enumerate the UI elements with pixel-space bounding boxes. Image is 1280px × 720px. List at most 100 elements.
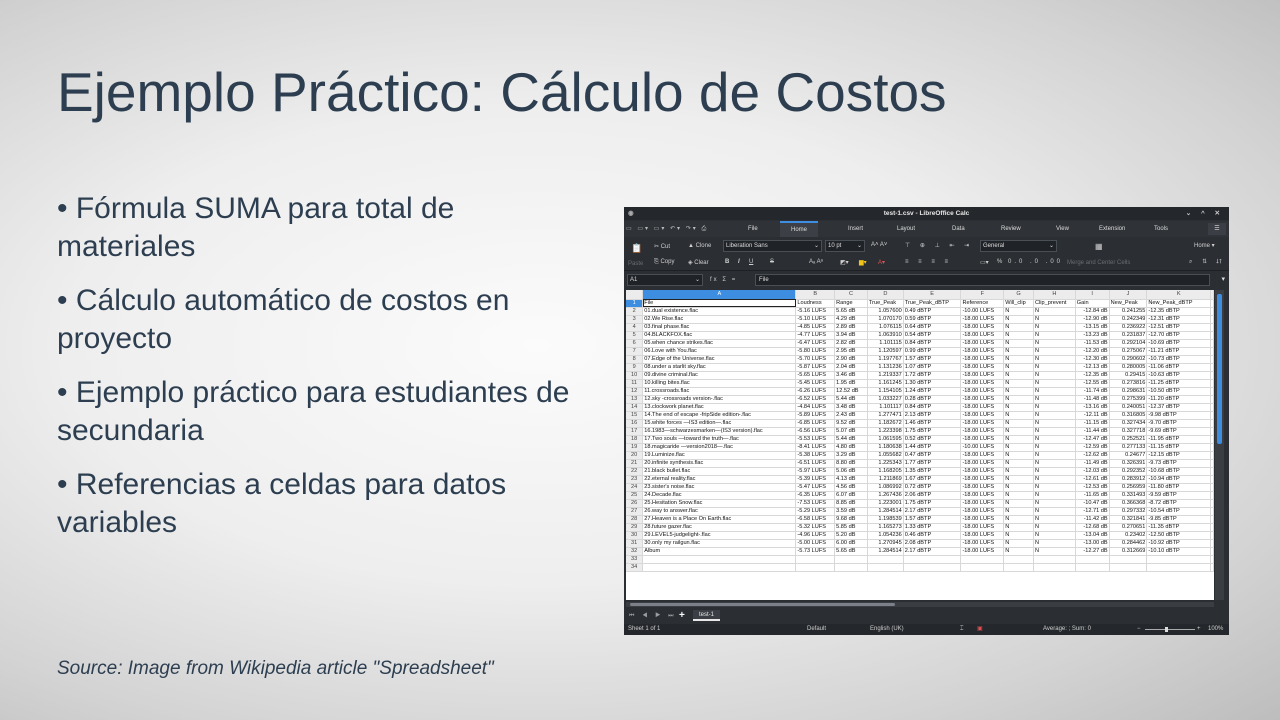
table-cell[interactable]: N (1003, 523, 1035, 532)
table-cell[interactable]: -11.15 dBTP (1146, 443, 1211, 452)
table-cell[interactable]: 18.magicaride —version2018—.flac (642, 443, 797, 452)
empty-cell[interactable] (1210, 411, 1214, 420)
font-size-combo[interactable]: 10 pt ⌄ (825, 240, 865, 252)
table-cell[interactable]: -12.31 dBTP (1146, 315, 1211, 324)
table-cell[interactable]: True_Peak_dBTP (903, 299, 962, 308)
table-cell[interactable]: -6.58 LUFS (795, 515, 836, 524)
table-cell[interactable]: 0.277133 (1109, 443, 1148, 452)
table-cell[interactable]: 07.Edge of the Universe.flac (642, 355, 797, 364)
table-cell[interactable]: -12.37 dBTP (1146, 403, 1211, 412)
table-cell[interactable]: -5.38 LUFS (795, 451, 836, 460)
table-cell[interactable]: -10.69 dBTP (1146, 339, 1211, 348)
table-cell[interactable]: -12.70 dBTP (1146, 331, 1211, 340)
table-cell[interactable] (795, 555, 836, 564)
table-cell[interactable]: -12.90 dB (1075, 315, 1110, 324)
row-header[interactable]: 32 (626, 547, 644, 556)
table-cell[interactable]: N (1033, 363, 1076, 372)
table-cell[interactable]: -18.00 LUFS (960, 371, 1005, 380)
table-cell[interactable]: 0.241255 (1109, 307, 1148, 316)
font-name-combo[interactable]: Liberation Sans ⌄ (723, 240, 822, 252)
table-cell[interactable]: -18.00 LUFS (960, 419, 1005, 428)
empty-cell[interactable] (1210, 363, 1214, 372)
table-cell[interactable]: 9.68 dB (834, 515, 868, 524)
table-cell[interactable]: -11.74 dB (1075, 387, 1110, 396)
table-cell[interactable]: 3.46 dB (834, 371, 868, 380)
table-cell[interactable]: 0.84 dBTP (903, 339, 962, 348)
table-cell[interactable]: -12.11 dB (1075, 411, 1110, 420)
horizontal-scroll-thumb[interactable] (630, 603, 895, 606)
menu-layout[interactable]: Layout (897, 221, 915, 237)
table-cell[interactable]: 1.198539 (867, 515, 904, 524)
table-cell[interactable] (1146, 563, 1211, 572)
cut-button[interactable]: ✂ Cut (654, 243, 670, 250)
table-cell[interactable]: N (1003, 467, 1035, 476)
table-cell[interactable]: -9.70 dBTP (1146, 419, 1211, 428)
table-cell[interactable]: 10.killing bites.flac (642, 379, 797, 388)
merge-icon[interactable]: ▦ (1095, 242, 1103, 251)
table-cell[interactable]: 1.101115 (867, 339, 904, 348)
empty-cell[interactable] (1210, 307, 1214, 316)
highlight-icon[interactable]: ◩▾ (840, 259, 849, 266)
zoom-in-button[interactable]: + (1197, 624, 1201, 635)
table-cell[interactable]: 1.46 dBTP (903, 419, 962, 428)
table-cell[interactable]: 03.final phase.flac (642, 323, 797, 332)
table-cell[interactable]: 2.13 dBTP (903, 411, 962, 420)
menu-tools[interactable]: Tools (1154, 221, 1168, 237)
table-cell[interactable]: 25.Hesitation Snow.flac (642, 499, 797, 508)
table-cell[interactable]: -5.70 LUFS (795, 355, 836, 364)
font-grow-icons[interactable]: A˄ A˅ (871, 242, 887, 248)
find-sort-icons[interactable]: ⌕ ⇅ ⇵ (1189, 259, 1225, 266)
empty-cell[interactable] (1210, 427, 1214, 436)
table-cell[interactable]: 1.070170 (867, 315, 904, 324)
table-cell[interactable]: 0.331493 (1109, 491, 1148, 500)
table-cell[interactable]: 1.223001 (867, 499, 904, 508)
row-header[interactable]: 29 (626, 523, 644, 532)
table-cell[interactable]: -10.73 dBTP (1146, 355, 1211, 364)
table-cell[interactable]: 0.312669 (1109, 547, 1148, 556)
row-header[interactable]: 3 (626, 315, 644, 324)
table-cell[interactable]: 1.055682 (867, 451, 904, 460)
spreadsheet-grid[interactable]: ABCDEFGHIJK 1 File Loudness Range True_Peak T… (626, 290, 1214, 600)
row-header[interactable]: 16 (626, 419, 644, 428)
table-cell[interactable]: -12.20 dB (1075, 347, 1110, 356)
row-header[interactable]: 27 (626, 507, 644, 516)
table-cell[interactable] (1003, 563, 1035, 572)
table-cell[interactable]: 1.270945 (867, 539, 904, 548)
table-cell[interactable]: -12.84 dB (1075, 307, 1110, 316)
table-cell[interactable]: -18.00 LUFS (960, 387, 1005, 396)
row-header[interactable]: 17 (626, 427, 644, 436)
table-cell[interactable]: -8.41 LUFS (795, 443, 836, 452)
clone-button[interactable]: ▲ Clone (688, 243, 711, 249)
table-cell[interactable]: 3.59 dB (834, 507, 868, 516)
table-cell[interactable]: -18.00 LUFS (960, 323, 1005, 332)
table-cell[interactable] (867, 555, 904, 564)
table-cell[interactable]: -13.16 dB (1075, 403, 1110, 412)
table-cell[interactable]: N (1033, 331, 1076, 340)
column-header[interactable]: A (642, 290, 797, 300)
table-cell[interactable]: -6.26 LUFS (795, 387, 836, 396)
zoom-level[interactable]: 100% (1208, 624, 1223, 635)
table-cell[interactable]: -18.00 LUFS (960, 547, 1005, 556)
empty-cell[interactable] (1210, 467, 1214, 476)
row-header[interactable]: 26 (626, 499, 644, 508)
menu-file[interactable]: File (748, 221, 758, 237)
table-cell[interactable]: 0.29415 (1109, 371, 1148, 380)
table-cell[interactable]: 3.29 dB (834, 451, 868, 460)
table-cell[interactable]: 1.057600 (867, 307, 904, 316)
table-cell[interactable]: 5.06 dB (834, 467, 868, 476)
table-cell[interactable]: 08.under a starlit sky.flac (642, 363, 797, 372)
row-header[interactable]: 25 (626, 491, 644, 500)
table-cell[interactable]: -18.00 LUFS (960, 499, 1005, 508)
table-cell[interactable]: 0.236922 (1109, 323, 1148, 332)
vertical-scrollbar[interactable] (1215, 290, 1224, 600)
table-cell[interactable] (1075, 563, 1110, 572)
table-cell[interactable]: Range (834, 299, 868, 308)
table-cell[interactable]: N (1003, 507, 1035, 516)
table-cell[interactable]: -18.00 LUFS (960, 347, 1005, 356)
home-dropdown[interactable]: Home ▾ (1194, 242, 1215, 249)
table-cell[interactable]: -11.15 dB (1075, 419, 1110, 428)
empty-cell[interactable] (1210, 371, 1214, 380)
table-cell[interactable]: 1.07 dBTP (903, 363, 962, 372)
table-cell[interactable]: N (1033, 467, 1076, 476)
table-cell[interactable]: N (1033, 315, 1076, 324)
